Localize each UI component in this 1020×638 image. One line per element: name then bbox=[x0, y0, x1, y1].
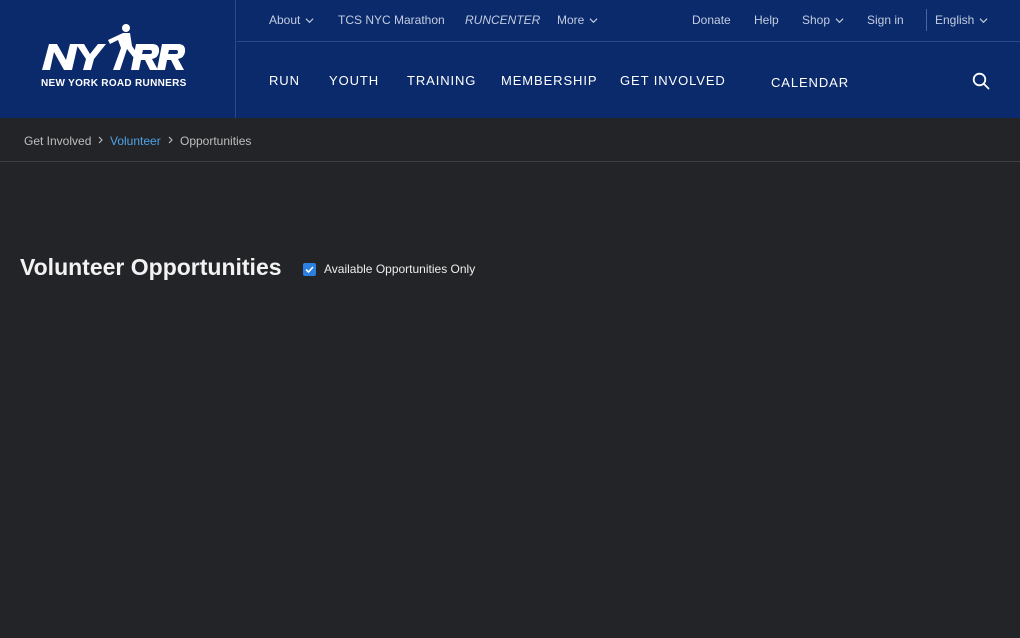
nav-about[interactable]: About bbox=[269, 13, 314, 27]
nav-about-label: About bbox=[269, 13, 301, 27]
nav-get-involved[interactable]: GET INVOLVED bbox=[620, 73, 726, 88]
breadcrumb-volunteer[interactable]: Volunteer bbox=[110, 134, 161, 148]
breadcrumb: Get Involved Volunteer Opportunities bbox=[0, 118, 1020, 162]
checkmark-icon bbox=[305, 265, 314, 273]
nav-runcenter[interactable]: RUNCENTER bbox=[465, 13, 540, 27]
main-nav: RUN YOUTH TRAINING MEMBERSHIP GET INVOLV… bbox=[237, 42, 1020, 118]
language-selector[interactable]: English bbox=[935, 13, 988, 27]
nav-more-label: More bbox=[557, 13, 585, 27]
language-label: English bbox=[935, 13, 975, 27]
nav-more[interactable]: More bbox=[557, 13, 598, 27]
nav-calendar[interactable]: CALENDAR bbox=[771, 75, 849, 90]
language-divider bbox=[926, 9, 927, 31]
available-only-checkbox[interactable] bbox=[303, 262, 316, 276]
nav-youth[interactable]: YOUTH bbox=[329, 73, 379, 88]
breadcrumb-get-involved[interactable]: Get Involved bbox=[24, 134, 91, 148]
nav-donate-label: Donate bbox=[692, 13, 731, 27]
nav-help-label: Help bbox=[754, 13, 779, 27]
logo-link[interactable]: NEW YORK ROAD RUNNERS bbox=[0, 0, 236, 118]
site-header: NEW YORK ROAD RUNNERS About TCS NYC Mara… bbox=[0, 0, 1020, 118]
chevron-right-icon bbox=[98, 136, 103, 144]
nav-help[interactable]: Help bbox=[754, 13, 779, 27]
page-title: Volunteer Opportunities bbox=[20, 254, 282, 280]
nav-shop-label: Shop bbox=[802, 13, 831, 27]
chevron-down-icon bbox=[305, 17, 314, 23]
nav-donate[interactable]: Donate bbox=[692, 13, 731, 27]
available-only-filter[interactable]: Available Opportunities Only bbox=[303, 262, 475, 276]
nav-tcs-nyc-marathon[interactable]: TCS NYC Marathon bbox=[338, 13, 445, 27]
nav-runcenter-label: RUNCENTER bbox=[465, 13, 541, 27]
chevron-down-icon bbox=[589, 17, 598, 23]
breadcrumb-opportunities: Opportunities bbox=[180, 134, 252, 148]
chevron-right-icon bbox=[168, 136, 173, 144]
nav-sign-in[interactable]: Sign in bbox=[867, 13, 904, 27]
nav-run[interactable]: RUN bbox=[269, 73, 300, 88]
nav-training[interactable]: TRAINING bbox=[407, 73, 476, 88]
nav-sign-in-label: Sign in bbox=[867, 13, 904, 27]
nav-shop[interactable]: Shop bbox=[802, 13, 844, 27]
chevron-down-icon bbox=[979, 17, 988, 23]
chevron-down-icon bbox=[835, 17, 844, 23]
search-icon[interactable] bbox=[972, 72, 990, 90]
logo-wordmark: NEW YORK ROAD RUNNERS bbox=[41, 78, 187, 89]
utility-nav: About TCS NYC Marathon RUNCENTER More Do… bbox=[237, 0, 1020, 42]
available-only-label: Available Opportunities Only bbox=[324, 262, 476, 276]
nav-marathon-label: TCS NYC Marathon bbox=[338, 13, 445, 27]
nyrr-logo bbox=[42, 24, 186, 70]
nav-membership[interactable]: MEMBERSHIP bbox=[501, 73, 597, 88]
